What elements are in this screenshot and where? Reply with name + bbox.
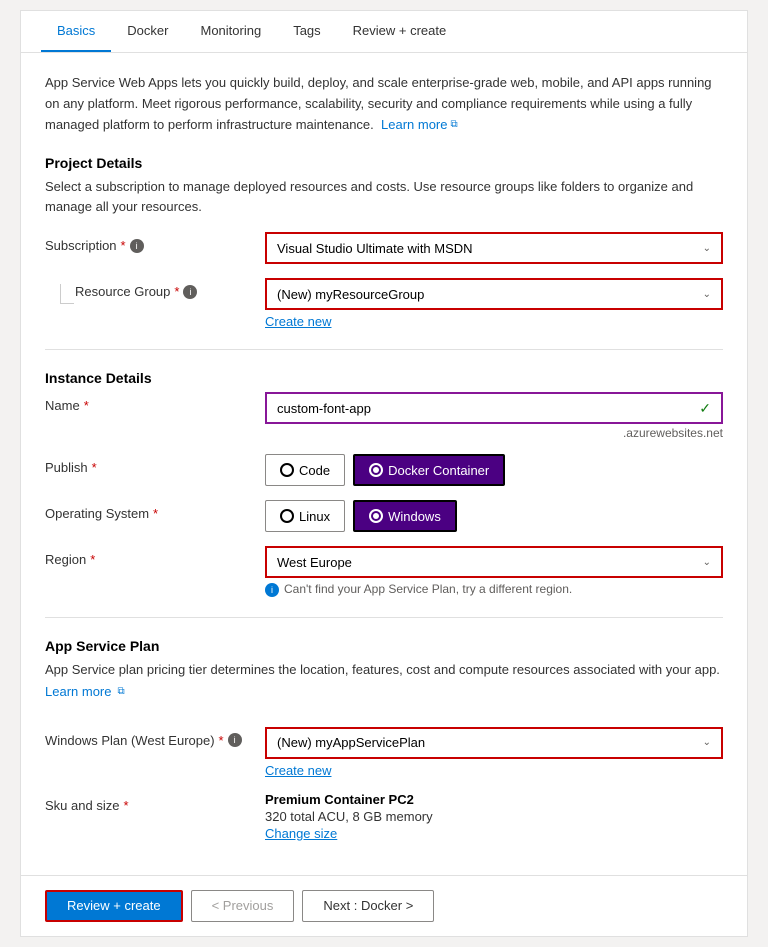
resource-group-select[interactable]: (New) myResourceGroup ⌄: [265, 278, 723, 310]
sku-required: *: [123, 798, 128, 813]
region-row: Region * West Europe ⌄ i Can't find your…: [45, 546, 723, 597]
windows-plan-select[interactable]: (New) myAppServicePlan ⌄: [265, 727, 723, 759]
os-required: *: [153, 506, 158, 521]
app-service-plan-title: App Service Plan: [45, 638, 723, 654]
intro-text: App Service Web Apps lets you quickly bu…: [45, 73, 723, 135]
publish-label: Publish *: [45, 454, 265, 475]
tab-tags[interactable]: Tags: [277, 11, 336, 52]
os-windows-radio: [369, 509, 383, 523]
subscription-required: *: [121, 238, 126, 253]
change-size-link[interactable]: Change size: [265, 826, 337, 841]
sku-row: Sku and size * Premium Container PC2 320…: [45, 792, 723, 841]
name-label: Name *: [45, 392, 265, 413]
subscription-row: Subscription * i Visual Studio Ultimate …: [45, 232, 723, 264]
subscription-select[interactable]: Visual Studio Ultimate with MSDN ⌄: [265, 232, 723, 264]
name-check-icon: ✓: [699, 400, 711, 417]
app-service-ext-icon: ⧉: [117, 686, 124, 697]
azure-suffix: .azurewebsites.net: [265, 426, 723, 440]
region-required: *: [90, 552, 95, 567]
region-chevron-icon: ⌄: [703, 557, 711, 568]
external-link-icon: ⧉: [451, 117, 458, 133]
footer: Review + create < Previous Next : Docker…: [21, 875, 747, 936]
resource-group-info-icon[interactable]: i: [183, 285, 197, 299]
windows-plan-chevron-icon: ⌄: [703, 737, 711, 748]
resource-group-control: (New) myResourceGroup ⌄ Create new: [265, 278, 723, 329]
name-row: Name * custom-font-app ✓ .azurewebsites.…: [45, 392, 723, 440]
project-details-section: Project Details Select a subscription to…: [45, 155, 723, 329]
publish-required: *: [92, 460, 97, 475]
resource-group-required: *: [174, 284, 179, 299]
os-options: Linux Windows: [265, 500, 723, 532]
publish-row: Publish * Code Docker Container: [45, 454, 723, 486]
subscription-label: Subscription * i: [45, 232, 265, 253]
windows-plan-required: *: [219, 733, 224, 748]
publish-docker-radio: [369, 463, 383, 477]
subscription-control: Visual Studio Ultimate with MSDN ⌄: [265, 232, 723, 264]
publish-docker-option[interactable]: Docker Container: [353, 454, 505, 486]
resource-group-label: Resource Group * i: [75, 278, 265, 299]
project-details-desc: Select a subscription to manage deployed…: [45, 177, 723, 216]
review-create-button[interactable]: Review + create: [45, 890, 183, 922]
app-service-plan-desc: App Service plan pricing tier determines…: [45, 660, 723, 680]
publish-code-option[interactable]: Code: [265, 454, 345, 486]
windows-plan-create-new[interactable]: Create new: [265, 763, 331, 778]
subscription-chevron-icon: ⌄: [703, 243, 711, 254]
publish-options: Code Docker Container: [265, 454, 723, 486]
os-windows-option[interactable]: Windows: [353, 500, 457, 532]
resource-group-create-new[interactable]: Create new: [265, 314, 331, 329]
windows-plan-row: Windows Plan (West Europe) * i (New) myA…: [45, 727, 723, 778]
region-info-icon: i: [265, 583, 279, 597]
tab-monitoring[interactable]: Monitoring: [184, 11, 277, 52]
windows-plan-label: Windows Plan (West Europe) * i: [45, 727, 265, 748]
region-select[interactable]: West Europe ⌄: [265, 546, 723, 578]
sku-name: Premium Container PC2: [265, 792, 723, 807]
os-linux-radio: [280, 509, 294, 523]
region-label: Region *: [45, 546, 265, 567]
divider-2: [45, 617, 723, 618]
subscription-info-icon[interactable]: i: [130, 239, 144, 253]
tab-bar: Basics Docker Monitoring Tags Review + c…: [21, 11, 747, 53]
main-content: App Service Web Apps lets you quickly bu…: [21, 53, 747, 875]
region-info-msg: i Can't find your App Service Plan, try …: [265, 582, 723, 597]
sku-control: Premium Container PC2 320 total ACU, 8 G…: [265, 792, 723, 841]
sku-label: Sku and size *: [45, 792, 265, 813]
next-button[interactable]: Next : Docker >: [302, 890, 434, 922]
instance-details-title: Instance Details: [45, 370, 723, 386]
name-input[interactable]: custom-font-app ✓: [265, 392, 723, 424]
app-service-learn-more[interactable]: Learn more ⧉: [45, 684, 125, 699]
tab-docker[interactable]: Docker: [111, 11, 184, 52]
resource-group-row: Resource Group * i (New) myResourceGroup…: [45, 278, 723, 329]
name-control: custom-font-app ✓ .azurewebsites.net: [265, 392, 723, 440]
os-linux-option[interactable]: Linux: [265, 500, 345, 532]
os-row: Operating System * Linux Windows: [45, 500, 723, 532]
tab-review-create[interactable]: Review + create: [337, 11, 463, 52]
sku-desc: 320 total ACU, 8 GB memory: [265, 809, 723, 824]
windows-plan-info-icon[interactable]: i: [228, 733, 242, 747]
windows-plan-control: (New) myAppServicePlan ⌄ Create new: [265, 727, 723, 778]
intro-learn-more[interactable]: Learn more ⧉: [381, 115, 458, 136]
resource-group-chevron-icon: ⌄: [703, 289, 711, 300]
publish-code-radio: [280, 463, 294, 477]
region-control: West Europe ⌄ i Can't find your App Serv…: [265, 546, 723, 597]
app-service-plan-section: App Service Plan App Service plan pricin…: [45, 638, 723, 841]
name-required: *: [84, 398, 89, 413]
project-details-title: Project Details: [45, 155, 723, 171]
divider-1: [45, 349, 723, 350]
previous-button[interactable]: < Previous: [191, 890, 295, 922]
instance-details-section: Instance Details Name * custom-font-app …: [45, 370, 723, 597]
tab-basics[interactable]: Basics: [41, 11, 111, 52]
os-label: Operating System *: [45, 500, 265, 521]
